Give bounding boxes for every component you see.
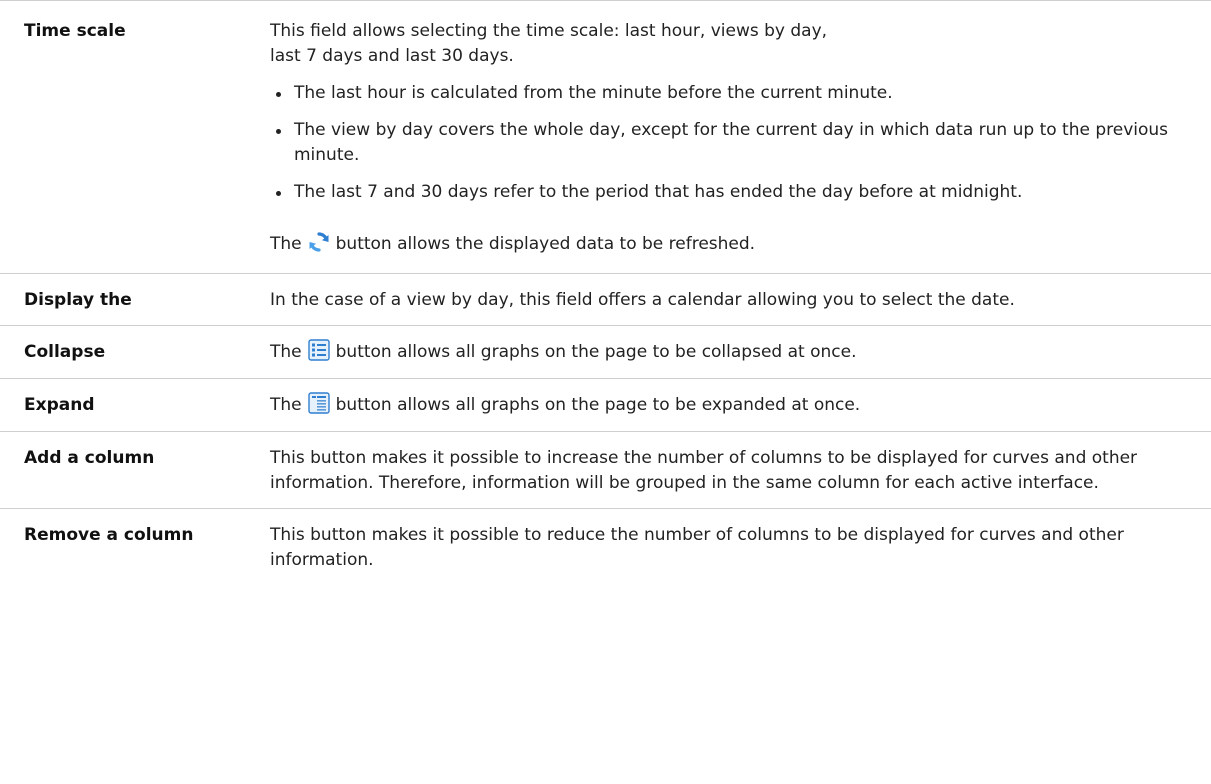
- expand-text-after: button allows all graphs on the page to …: [335, 395, 861, 415]
- desc-add-column: This button makes it possible to increas…: [270, 448, 1138, 493]
- expand-all-icon: [307, 392, 330, 414]
- table-row-add-column: Add a column This button makes it possib…: [0, 431, 1211, 508]
- list-item: The last hour is calculated from the min…: [270, 81, 1197, 106]
- desc-display-the: In the case of a view by day, this field…: [270, 290, 1015, 310]
- table-row-remove-column: Remove a column This button makes it pos…: [0, 508, 1211, 585]
- term-expand: Expand: [24, 395, 95, 415]
- refresh-icon: [308, 231, 330, 253]
- bullet-text: The last 7 and 30 days refer to the peri…: [294, 182, 1023, 202]
- desc-intro: This field allows selecting the time sca…: [270, 21, 828, 41]
- bullet-dot: [276, 92, 281, 97]
- table-row-expand: Expand The button allows all graphs on t…: [0, 378, 1211, 431]
- bullet-text: The view by day covers the whole day, ex…: [294, 120, 1169, 165]
- bullet-dot: [276, 129, 281, 134]
- desc-intro-2: last 7 days and last 30 days.: [270, 46, 514, 66]
- bullet-text: The last hour is calculated from the min…: [294, 83, 893, 103]
- list-item: The last 7 and 30 days refer to the peri…: [270, 180, 1197, 205]
- definition-table: Time scale This field allows selecting t…: [0, 0, 1211, 585]
- term-remove-column: Remove a column: [24, 525, 194, 545]
- term-add-column: Add a column: [24, 448, 155, 468]
- desc-collapse: The button allows all graphs on the page…: [270, 339, 1211, 365]
- bullet-list: The last hour is calculated from the min…: [270, 81, 1197, 205]
- collapse-text-before: The: [270, 342, 302, 362]
- desc-remove-column: This button makes it possible to reduce …: [270, 525, 1124, 570]
- refresh-text-after: button allows the displayed data to be r…: [335, 234, 756, 254]
- term-time-scale: Time scale: [24, 21, 126, 41]
- collapse-text-after: button allows all graphs on the page to …: [335, 342, 857, 362]
- term-collapse: Collapse: [24, 342, 106, 362]
- table-row-display-the: Display the In the case of a view by day…: [0, 273, 1211, 325]
- desc-expand: The button allows all graphs on the page…: [270, 392, 1211, 418]
- refresh-sentence: The button allows the displayed data to …: [270, 232, 1197, 257]
- bullet-dot: [276, 191, 281, 196]
- collapse-all-icon: [307, 339, 330, 361]
- term-display-the: Display the: [24, 290, 132, 310]
- list-item: The view by day covers the whole day, ex…: [270, 118, 1197, 168]
- table-row-collapse: Collapse The button allows all graphs on…: [0, 325, 1211, 378]
- refresh-text-before: The: [270, 234, 302, 254]
- expand-text-before: The: [270, 395, 302, 415]
- table-row-time-scale: Time scale This field allows selecting t…: [0, 0, 1211, 273]
- desc-time-scale: This field allows selecting the time sca…: [270, 19, 1211, 257]
